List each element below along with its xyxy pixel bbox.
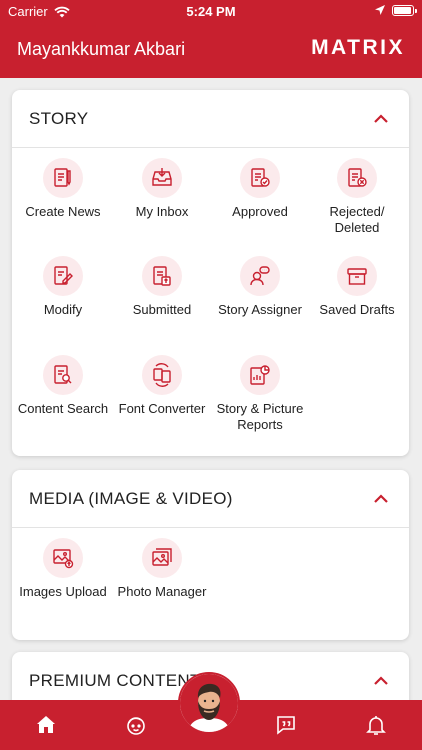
tile-label: Story & Picture Reports	[216, 401, 304, 432]
home-icon	[37, 716, 55, 733]
location-arrow-icon	[375, 5, 385, 15]
story-section-header[interactable]: STORY	[12, 90, 409, 148]
story-section: STORY Create News My Inbox Approved Reje…	[12, 90, 409, 456]
user-name: Mayankkumar Akbari	[17, 39, 186, 59]
tile-label: Font Converter	[118, 401, 206, 416]
app-header: Carrier 5:24 PM Mayankkumar Akbari MATRI…	[0, 0, 422, 78]
battery-level	[394, 6, 412, 14]
bearded-man-avatar-icon	[180, 674, 238, 732]
status-time: 5:24 PM	[186, 4, 236, 19]
tile-label: Story Assigner	[218, 302, 302, 317]
font-convert-icon	[142, 355, 182, 395]
notifications-tab[interactable]	[364, 713, 388, 737]
chevron-up-icon[interactable]	[373, 113, 389, 124]
person-chat-icon	[240, 256, 280, 296]
tile-label: Photo Manager	[117, 584, 207, 599]
approved-tile[interactable]: Approved	[210, 158, 310, 220]
saved-drafts-tile[interactable]: Saved Drafts	[307, 256, 407, 318]
story-assigner-tile[interactable]: Story Assigner	[210, 256, 310, 318]
status-right	[374, 4, 417, 16]
edit-document-icon	[43, 256, 83, 296]
tile-label: Modify	[43, 302, 83, 317]
tile-label: Approved	[232, 204, 288, 219]
tile-label: Images Upload	[19, 584, 107, 599]
rejected-deleted-tile[interactable]: Rejected/ Deleted	[307, 158, 407, 236]
tile-label: Submitted	[132, 302, 192, 317]
section-title: PREMIUM CONTENT	[29, 670, 201, 690]
face-icon	[127, 717, 145, 735]
content-search-tile[interactable]: Content Search	[13, 355, 113, 417]
status-bar: Carrier 5:24 PM	[0, 0, 422, 22]
images-upload-tile[interactable]: Images Upload	[13, 538, 113, 600]
create-news-tile[interactable]: Create News	[13, 158, 113, 220]
face-tab[interactable]	[124, 713, 148, 737]
inbox-tray-icon	[142, 158, 182, 198]
notification-bell-icon	[366, 716, 386, 735]
tile-label: Create News	[25, 204, 101, 219]
submitted-tile[interactable]: Submitted	[112, 256, 212, 318]
photo-gallery-icon	[142, 538, 182, 578]
my-inbox-tile[interactable]: My Inbox	[112, 158, 212, 220]
section-title: STORY	[29, 108, 89, 128]
battery-icon	[392, 4, 417, 16]
image-upload-icon	[43, 538, 83, 578]
create-news-icon	[43, 158, 83, 198]
report-chart-icon	[240, 355, 280, 395]
document-search-icon	[43, 355, 83, 395]
tile-label: Content Search	[17, 401, 109, 416]
photo-manager-tile[interactable]: Photo Manager	[112, 538, 212, 600]
tile-label: Rejected/ Deleted	[329, 204, 385, 235]
tile-label: My Inbox	[135, 204, 189, 219]
rejected-document-icon	[337, 158, 377, 198]
matrix-logo: MATRIX	[311, 36, 405, 59]
chevron-up-icon[interactable]	[373, 493, 389, 504]
media-section-header[interactable]: MEDIA (IMAGE & VIDEO)	[12, 470, 409, 528]
home-tab[interactable]	[34, 713, 58, 737]
font-converter-tile[interactable]: Font Converter	[112, 355, 212, 417]
archive-box-icon	[337, 256, 377, 296]
modify-tile[interactable]: Modify	[13, 256, 113, 318]
dashboard-content[interactable]: STORY Create News My Inbox Approved Reje…	[0, 78, 422, 700]
section-title: MEDIA (IMAGE & VIDEO)	[29, 488, 233, 508]
chevron-up-icon[interactable]	[373, 675, 389, 686]
story-picture-reports-tile[interactable]: Story & Picture Reports	[210, 355, 310, 433]
tile-label: Saved Drafts	[319, 302, 395, 317]
approved-document-icon	[240, 158, 280, 198]
profile-avatar[interactable]	[178, 672, 240, 734]
submitted-document-icon	[142, 256, 182, 296]
media-section: MEDIA (IMAGE & VIDEO) Images Upload Phot	[12, 470, 409, 640]
feedback-chat-icon	[277, 716, 295, 735]
feedback-tab[interactable]	[274, 713, 298, 737]
